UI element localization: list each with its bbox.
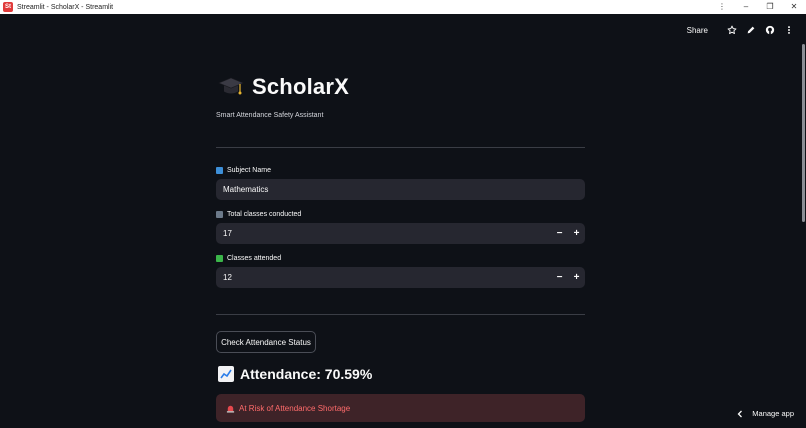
window-controls: ⋮ – ❐ ✕ xyxy=(710,0,806,14)
manage-app-button[interactable]: Manage app xyxy=(736,409,794,418)
classes-attended-increment-button[interactable]: + xyxy=(568,267,585,288)
total-classes-decrement-button[interactable]: − xyxy=(551,223,568,244)
classes-attended-label-text: Classes attended xyxy=(227,255,282,262)
classes-attended-input[interactable]: 12 − + xyxy=(216,267,585,288)
subject-name-input[interactable]: Mathematics xyxy=(216,179,585,200)
risk-alert: At Risk of Attendance Shortage xyxy=(216,394,585,422)
graduation-cap-icon xyxy=(218,77,244,95)
bar-chart-icon xyxy=(216,211,223,218)
total-classes-label: Total classes conducted xyxy=(216,211,301,218)
total-classes-input[interactable]: 17 − + xyxy=(216,223,585,244)
chart-increasing-icon xyxy=(218,366,234,382)
subject-name-label: Subject Name xyxy=(216,167,271,174)
pencil-icon[interactable] xyxy=(742,21,760,39)
window-menu-button[interactable]: ⋮ xyxy=(710,0,734,14)
close-button[interactable]: ✕ xyxy=(782,0,806,14)
check-attendance-button[interactable]: Check Attendance Status xyxy=(216,331,316,353)
blue-book-icon xyxy=(216,167,223,174)
streamlit-app-icon: St xyxy=(3,2,13,12)
chevron-left-icon xyxy=(737,410,743,417)
divider-top xyxy=(216,147,585,148)
share-button[interactable]: Share xyxy=(687,26,708,35)
star-icon[interactable] xyxy=(723,21,741,39)
manage-app-label[interactable]: Manage app xyxy=(752,409,794,418)
window-titlebar: St Streamlit - ScholarX - Streamlit ⋮ – … xyxy=(0,0,806,14)
total-classes-value[interactable]: 17 xyxy=(223,229,551,238)
app-toolbar: Share xyxy=(687,20,798,40)
total-classes-stepper: − + xyxy=(551,223,585,244)
total-classes-increment-button[interactable]: + xyxy=(568,223,585,244)
classes-attended-value[interactable]: 12 xyxy=(223,273,551,282)
more-vert-icon[interactable] xyxy=(780,21,798,39)
title-row: ScholarX xyxy=(218,74,349,100)
attendance-percentage: Attendance: 70.59% xyxy=(240,366,373,382)
github-icon[interactable] xyxy=(761,21,779,39)
minimize-button[interactable]: – xyxy=(734,0,758,14)
siren-icon xyxy=(226,405,235,413)
risk-alert-text: At Risk of Attendance Shortage xyxy=(239,403,351,413)
classes-attended-label: Classes attended xyxy=(216,255,281,262)
page-subtitle: Smart Attendance Safety Assistant xyxy=(216,112,324,119)
total-classes-label-text: Total classes conducted xyxy=(227,211,302,218)
scrollbar-thumb[interactable] xyxy=(802,44,805,222)
classes-attended-stepper: − + xyxy=(551,267,585,288)
classes-attended-decrement-button[interactable]: − xyxy=(551,267,568,288)
check-mark-icon xyxy=(216,255,223,262)
window-title: Streamlit - ScholarX - Streamlit xyxy=(17,3,114,11)
divider-bottom xyxy=(216,314,585,315)
page-title: ScholarX xyxy=(252,74,349,99)
subject-name-value[interactable]: Mathematics xyxy=(223,185,585,194)
subject-name-label-text: Subject Name xyxy=(227,167,271,174)
restore-button[interactable]: ❐ xyxy=(758,0,782,14)
attendance-result: Attendance: 70.59% xyxy=(218,366,372,382)
